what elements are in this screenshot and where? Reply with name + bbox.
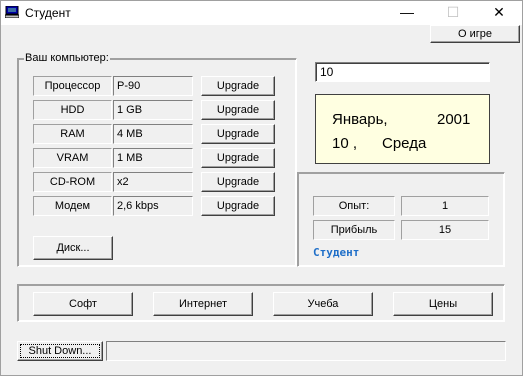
status-bar bbox=[106, 341, 506, 361]
processor-value: P-90 bbox=[113, 76, 193, 96]
ram-label: RAM bbox=[33, 124, 112, 144]
internet-button[interactable]: Интернет bbox=[153, 292, 253, 316]
computer-group-caption: Ваш компьютер: bbox=[24, 52, 110, 64]
upgrade-hdd-button[interactable]: Upgrade bbox=[201, 100, 275, 120]
upgrade-cdrom-button[interactable]: Upgrade bbox=[201, 172, 275, 192]
prices-button[interactable]: Цены bbox=[393, 292, 493, 316]
about-game-button[interactable]: О игре bbox=[430, 25, 520, 43]
window-title: Студент bbox=[25, 6, 71, 20]
experience-label: Опыт: bbox=[313, 196, 395, 216]
date-day: 10 , bbox=[332, 135, 358, 152]
upgrade-ram-button[interactable]: Upgrade bbox=[201, 124, 275, 144]
upgrade-processor-button[interactable]: Upgrade bbox=[201, 76, 275, 96]
hdd-value: 1 GB bbox=[113, 100, 193, 120]
date-year: 2001 bbox=[437, 111, 471, 128]
date-month: Январь, bbox=[332, 111, 388, 128]
ram-value: 4 MB bbox=[113, 124, 193, 144]
hdd-label: HDD bbox=[33, 100, 112, 120]
computer-app-icon bbox=[5, 6, 19, 18]
cdrom-label: CD-ROM bbox=[33, 172, 112, 192]
shutdown-button[interactable]: Shut Down... bbox=[17, 341, 103, 361]
soft-button[interactable]: Софт bbox=[33, 292, 133, 316]
upgrade-vram-button[interactable]: Upgrade bbox=[201, 148, 275, 168]
date-weekday: Среда bbox=[382, 135, 427, 152]
study-button[interactable]: Учеба bbox=[273, 292, 373, 316]
maximize-icon[interactable]: ☐ bbox=[431, 1, 475, 25]
modem-label: Модем bbox=[33, 196, 112, 216]
close-icon[interactable]: ✕ bbox=[477, 1, 521, 25]
income-label: Прибыль bbox=[313, 220, 395, 240]
experience-value: 1 bbox=[401, 196, 489, 216]
processor-label: Процессор bbox=[33, 76, 112, 96]
date-display: Январь, 2001 10 , Среда bbox=[315, 94, 490, 164]
day-input[interactable]: 10 bbox=[315, 62, 490, 82]
modem-value: 2,6 kbps bbox=[113, 196, 193, 216]
minimize-icon[interactable]: — bbox=[385, 1, 429, 25]
vram-label: VRAM bbox=[33, 148, 112, 168]
upgrade-modem-button[interactable]: Upgrade bbox=[201, 196, 275, 216]
disk-button[interactable]: Диск... bbox=[33, 236, 113, 260]
income-value: 15 bbox=[401, 220, 489, 240]
cdrom-value: x2 bbox=[113, 172, 193, 192]
vram-value: 1 MB bbox=[113, 148, 193, 168]
status-rank-text: Студент bbox=[313, 246, 360, 259]
